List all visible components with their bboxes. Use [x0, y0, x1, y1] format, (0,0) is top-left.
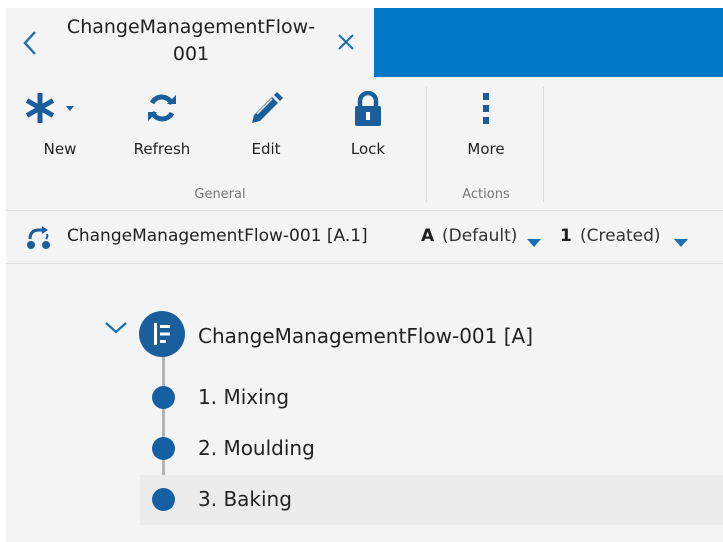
tree-root-label[interactable]: ChangeManagementFlow-001 [A] — [198, 324, 533, 348]
step-label: 2. Moulding — [198, 436, 315, 460]
pencil-icon — [248, 91, 284, 131]
step-node-icon — [152, 386, 175, 409]
flow-root-icon — [139, 311, 185, 357]
tree-step-item[interactable]: 1. Mixing — [140, 373, 723, 423]
revision-dropdown-icon[interactable] — [527, 233, 541, 253]
new-label: New — [43, 140, 77, 158]
collapse-chevron-icon[interactable] — [104, 320, 128, 339]
tab-title-line1: ChangeManagementFlow- — [66, 16, 316, 38]
new-button[interactable]: New — [20, 77, 100, 177]
object-info-bar: ChangeManagementFlow-001 [A.1] A (Defaul… — [6, 211, 723, 263]
revision-selector[interactable]: (Default) — [442, 226, 517, 246]
refresh-icon — [145, 91, 179, 129]
version-number: 1 — [560, 226, 572, 246]
refresh-button[interactable]: Refresh — [122, 77, 202, 177]
group-label-general: General — [194, 187, 246, 202]
ribbon-group-divider — [426, 87, 427, 202]
tab-strip-accent — [374, 8, 723, 77]
app-frame: ChangeManagementFlow- 001 New Refresh Ed… — [6, 8, 723, 542]
step-label: 3. Baking — [198, 487, 292, 511]
refresh-label: Refresh — [133, 140, 191, 158]
lock-icon — [353, 90, 383, 131]
revision-letter: A — [421, 226, 435, 246]
close-icon[interactable] — [336, 32, 356, 52]
tab-title: ChangeManagementFlow- 001 — [60, 14, 322, 68]
tree-step-item-selected[interactable]: 3. Baking — [140, 475, 723, 525]
tab-title-line2: 001 — [172, 43, 210, 65]
object-path: ChangeManagementFlow-001 [A.1] — [67, 226, 368, 246]
more-label: More — [467, 140, 505, 158]
more-button[interactable]: More — [446, 77, 526, 177]
step-node-icon — [152, 488, 175, 511]
document-tab[interactable]: ChangeManagementFlow- 001 — [6, 8, 374, 77]
lock-label: Lock — [350, 140, 386, 158]
group-label-actions: Actions — [462, 187, 510, 202]
ribbon-group-divider — [543, 87, 544, 202]
edit-label: Edit — [251, 140, 281, 158]
more-vertical-icon — [480, 91, 492, 131]
lock-button[interactable]: Lock — [328, 77, 408, 177]
step-label: 1. Mixing — [198, 385, 290, 409]
flow-icon — [26, 226, 52, 255]
flow-tree: ChangeManagementFlow-001 [A] 1. Mixing 2… — [6, 264, 723, 542]
back-chevron-icon[interactable] — [20, 30, 42, 56]
version-selector[interactable]: (Created) — [580, 226, 661, 246]
step-node-icon — [152, 437, 175, 460]
version-dropdown-icon[interactable] — [674, 233, 688, 253]
ribbon-toolbar: New Refresh Edit Lock General More Actio… — [6, 77, 723, 210]
asterisk-icon — [22, 91, 86, 129]
edit-button[interactable]: Edit — [226, 77, 306, 177]
tree-step-item[interactable]: 2. Moulding — [140, 424, 723, 474]
